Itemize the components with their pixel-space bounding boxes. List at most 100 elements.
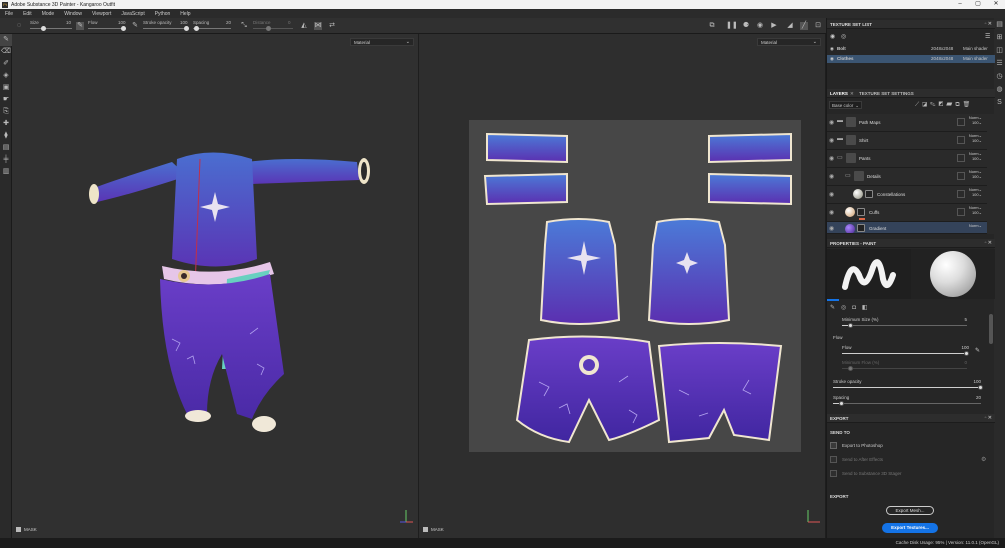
- flow-slider[interactable]: [842, 351, 969, 356]
- substance-icon[interactable]: S: [994, 96, 1005, 109]
- eye-icon[interactable]: ◉: [829, 137, 834, 144]
- menu-edit[interactable]: Edit: [18, 11, 37, 17]
- layer-row[interactable]: ◉ ▬ Path Maps Norm⌄ 100⌄: [827, 114, 987, 132]
- smudge-icon[interactable]: ☛: [0, 94, 12, 106]
- slider-knob[interactable]: [848, 323, 853, 328]
- brush-size-icon[interactable]: ◌: [15, 22, 23, 30]
- stroke-opacity-knob[interactable]: [184, 26, 189, 31]
- min-flow-slider[interactable]: [842, 366, 967, 371]
- layer-row[interactable]: ◉ ▬ Shirt Norm⌄ 100⌄: [827, 132, 987, 150]
- uv-texture-sheet[interactable]: [469, 120, 801, 452]
- symmetry-active-icon[interactable]: ⋈: [314, 22, 322, 30]
- eye-icon[interactable]: ◉: [829, 225, 834, 232]
- pen-pressure-icon[interactable]: ✎: [975, 347, 980, 354]
- layer-mask-slot[interactable]: [957, 190, 965, 198]
- slider-knob[interactable]: [964, 351, 969, 356]
- menu-mode[interactable]: Mode: [37, 11, 60, 17]
- texture-set-row[interactable]: ◉ Bolt 2048x2048 Main shader: [827, 45, 995, 53]
- brush-tab-icon[interactable]: ✎: [830, 305, 841, 311]
- layer-blend[interactable]: Norm⌄ 100⌄: [969, 151, 982, 161]
- flow-value[interactable]: 100: [118, 20, 126, 25]
- size-slider-knob[interactable]: [41, 26, 46, 31]
- list-menu-icon[interactable]: ☰: [985, 33, 990, 40]
- minimize-icon[interactable]: –: [951, 0, 969, 9]
- viewport-3d[interactable]: Material ⌄ MASK: [12, 34, 418, 538]
- stroke-opacity-value[interactable]: 100: [973, 379, 981, 384]
- size-slider[interactable]: [30, 28, 72, 29]
- settings-icon[interactable]: ◎: [841, 33, 846, 40]
- stroke-opacity-slider[interactable]: [143, 28, 188, 29]
- eye-icon[interactable]: ◉: [830, 55, 834, 63]
- mask-checkbox[interactable]: [16, 527, 21, 532]
- add-group-icon[interactable]: ▰: [946, 102, 955, 108]
- shelf-icon[interactable]: ☰: [994, 57, 1005, 70]
- min-size-slider[interactable]: [842, 323, 967, 328]
- menu-python[interactable]: Python: [150, 11, 176, 17]
- symmetry-icon[interactable]: ◭: [300, 22, 308, 30]
- stencil-tab-icon[interactable]: ◘: [852, 305, 862, 311]
- viewport-2d-mask[interactable]: MASK: [423, 527, 444, 532]
- send-to-stager-row[interactable]: Send to Substance 3D Stager: [830, 470, 980, 479]
- layers-panel-icon[interactable]: ▤: [994, 18, 1005, 31]
- add-mask-icon[interactable]: ◪: [922, 102, 930, 108]
- min-size-value[interactable]: 5: [963, 317, 967, 322]
- spacing-slider-knob[interactable]: [194, 26, 199, 31]
- layer-mask-slot[interactable]: [957, 172, 965, 180]
- settings-gear-icon[interactable]: ⚙: [981, 456, 986, 463]
- screenshot-icon[interactable]: ◉: [756, 22, 764, 30]
- layer-blend[interactable]: Norm⌄ 100⌄: [969, 205, 982, 215]
- history-icon[interactable]: ◷: [994, 70, 1005, 83]
- layer-mask-slot[interactable]: [957, 208, 965, 216]
- panel-close-icon[interactable]: ▫ ✕: [985, 414, 992, 423]
- tab-texture-set-settings[interactable]: TEXTURE SET SETTINGS: [859, 89, 914, 98]
- viewport-2d-material-dropdown[interactable]: Material ⌄: [757, 38, 821, 46]
- layer-row[interactable]: ◉ Constellations Norm⌄ 100⌄: [827, 186, 987, 204]
- menu-window[interactable]: Window: [59, 11, 87, 17]
- polygon-fill-icon[interactable]: ▣: [0, 82, 12, 94]
- viewport-3d-mask[interactable]: MASK: [16, 527, 37, 532]
- projection-icon[interactable]: ✐: [0, 58, 12, 70]
- camera-icon[interactable]: ⊡: [814, 22, 822, 30]
- layer-blend[interactable]: Norm⌄ 100⌄: [969, 169, 982, 179]
- channel-dropdown[interactable]: Base color ⌄: [829, 101, 862, 109]
- material-picker-icon[interactable]: ✚: [0, 118, 12, 130]
- min-flow-value[interactable]: 0: [963, 360, 967, 365]
- maximize-icon[interactable]: ▢: [969, 0, 987, 9]
- bake-icon[interactable]: ▤: [0, 142, 12, 154]
- display-icon[interactable]: ◫: [994, 44, 1005, 57]
- layer-mask-slot[interactable]: [957, 136, 965, 144]
- menu-file[interactable]: File: [0, 11, 18, 17]
- export-mesh-button[interactable]: Export Mesh...: [886, 506, 934, 515]
- size-value[interactable]: 10: [66, 20, 71, 25]
- lazy-mouse-icon[interactable]: ⤡: [240, 22, 248, 30]
- spacing-slider[interactable]: [833, 401, 981, 406]
- spacing-value[interactable]: 20: [226, 20, 231, 25]
- pause-icon[interactable]: ❚❚: [726, 22, 738, 30]
- tab-layers-close-icon[interactable]: ✕: [850, 89, 854, 98]
- pen-pressure-icon[interactable]: ✎: [76, 22, 84, 30]
- menu-help[interactable]: Help: [175, 11, 195, 17]
- eye-icon[interactable]: ◉: [829, 191, 834, 198]
- export-textures-button[interactable]: Export Textures...: [882, 523, 938, 533]
- panel-close-icon[interactable]: ▫ ✕: [985, 239, 992, 248]
- eraser-icon[interactable]: ⌫: [0, 46, 12, 58]
- wrap-icon[interactable]: ⇄: [328, 22, 336, 30]
- clone-icon[interactable]: ⎘: [0, 106, 12, 118]
- properties-scrollbar[interactable]: [989, 314, 993, 344]
- close-icon[interactable]: ✕: [987, 0, 1005, 9]
- mask-checkbox[interactable]: [423, 527, 428, 532]
- eye-icon[interactable]: ◉: [829, 155, 834, 162]
- layer-row[interactable]: ◉ ▭ Details Norm⌄ 100⌄: [827, 168, 987, 186]
- pen-pressure-icon-2[interactable]: ✎: [131, 22, 139, 30]
- duplicate-icon[interactable]: ⧉: [955, 102, 962, 108]
- slider-knob[interactable]: [848, 366, 853, 371]
- distance-slider-knob[interactable]: [266, 26, 271, 31]
- layer-blend[interactable]: Norm⌄ 100⌄: [969, 115, 982, 125]
- layer-blend[interactable]: Norm⌄: [969, 223, 982, 228]
- slider-knob[interactable]: [978, 385, 983, 390]
- assets-icon[interactable]: ⊞: [994, 31, 1005, 44]
- tab-layers[interactable]: LAYERS: [830, 89, 848, 98]
- record-icon[interactable]: ▶: [770, 22, 778, 30]
- eye-icon[interactable]: ◉: [829, 173, 834, 180]
- flow-slider-knob[interactable]: [121, 26, 126, 31]
